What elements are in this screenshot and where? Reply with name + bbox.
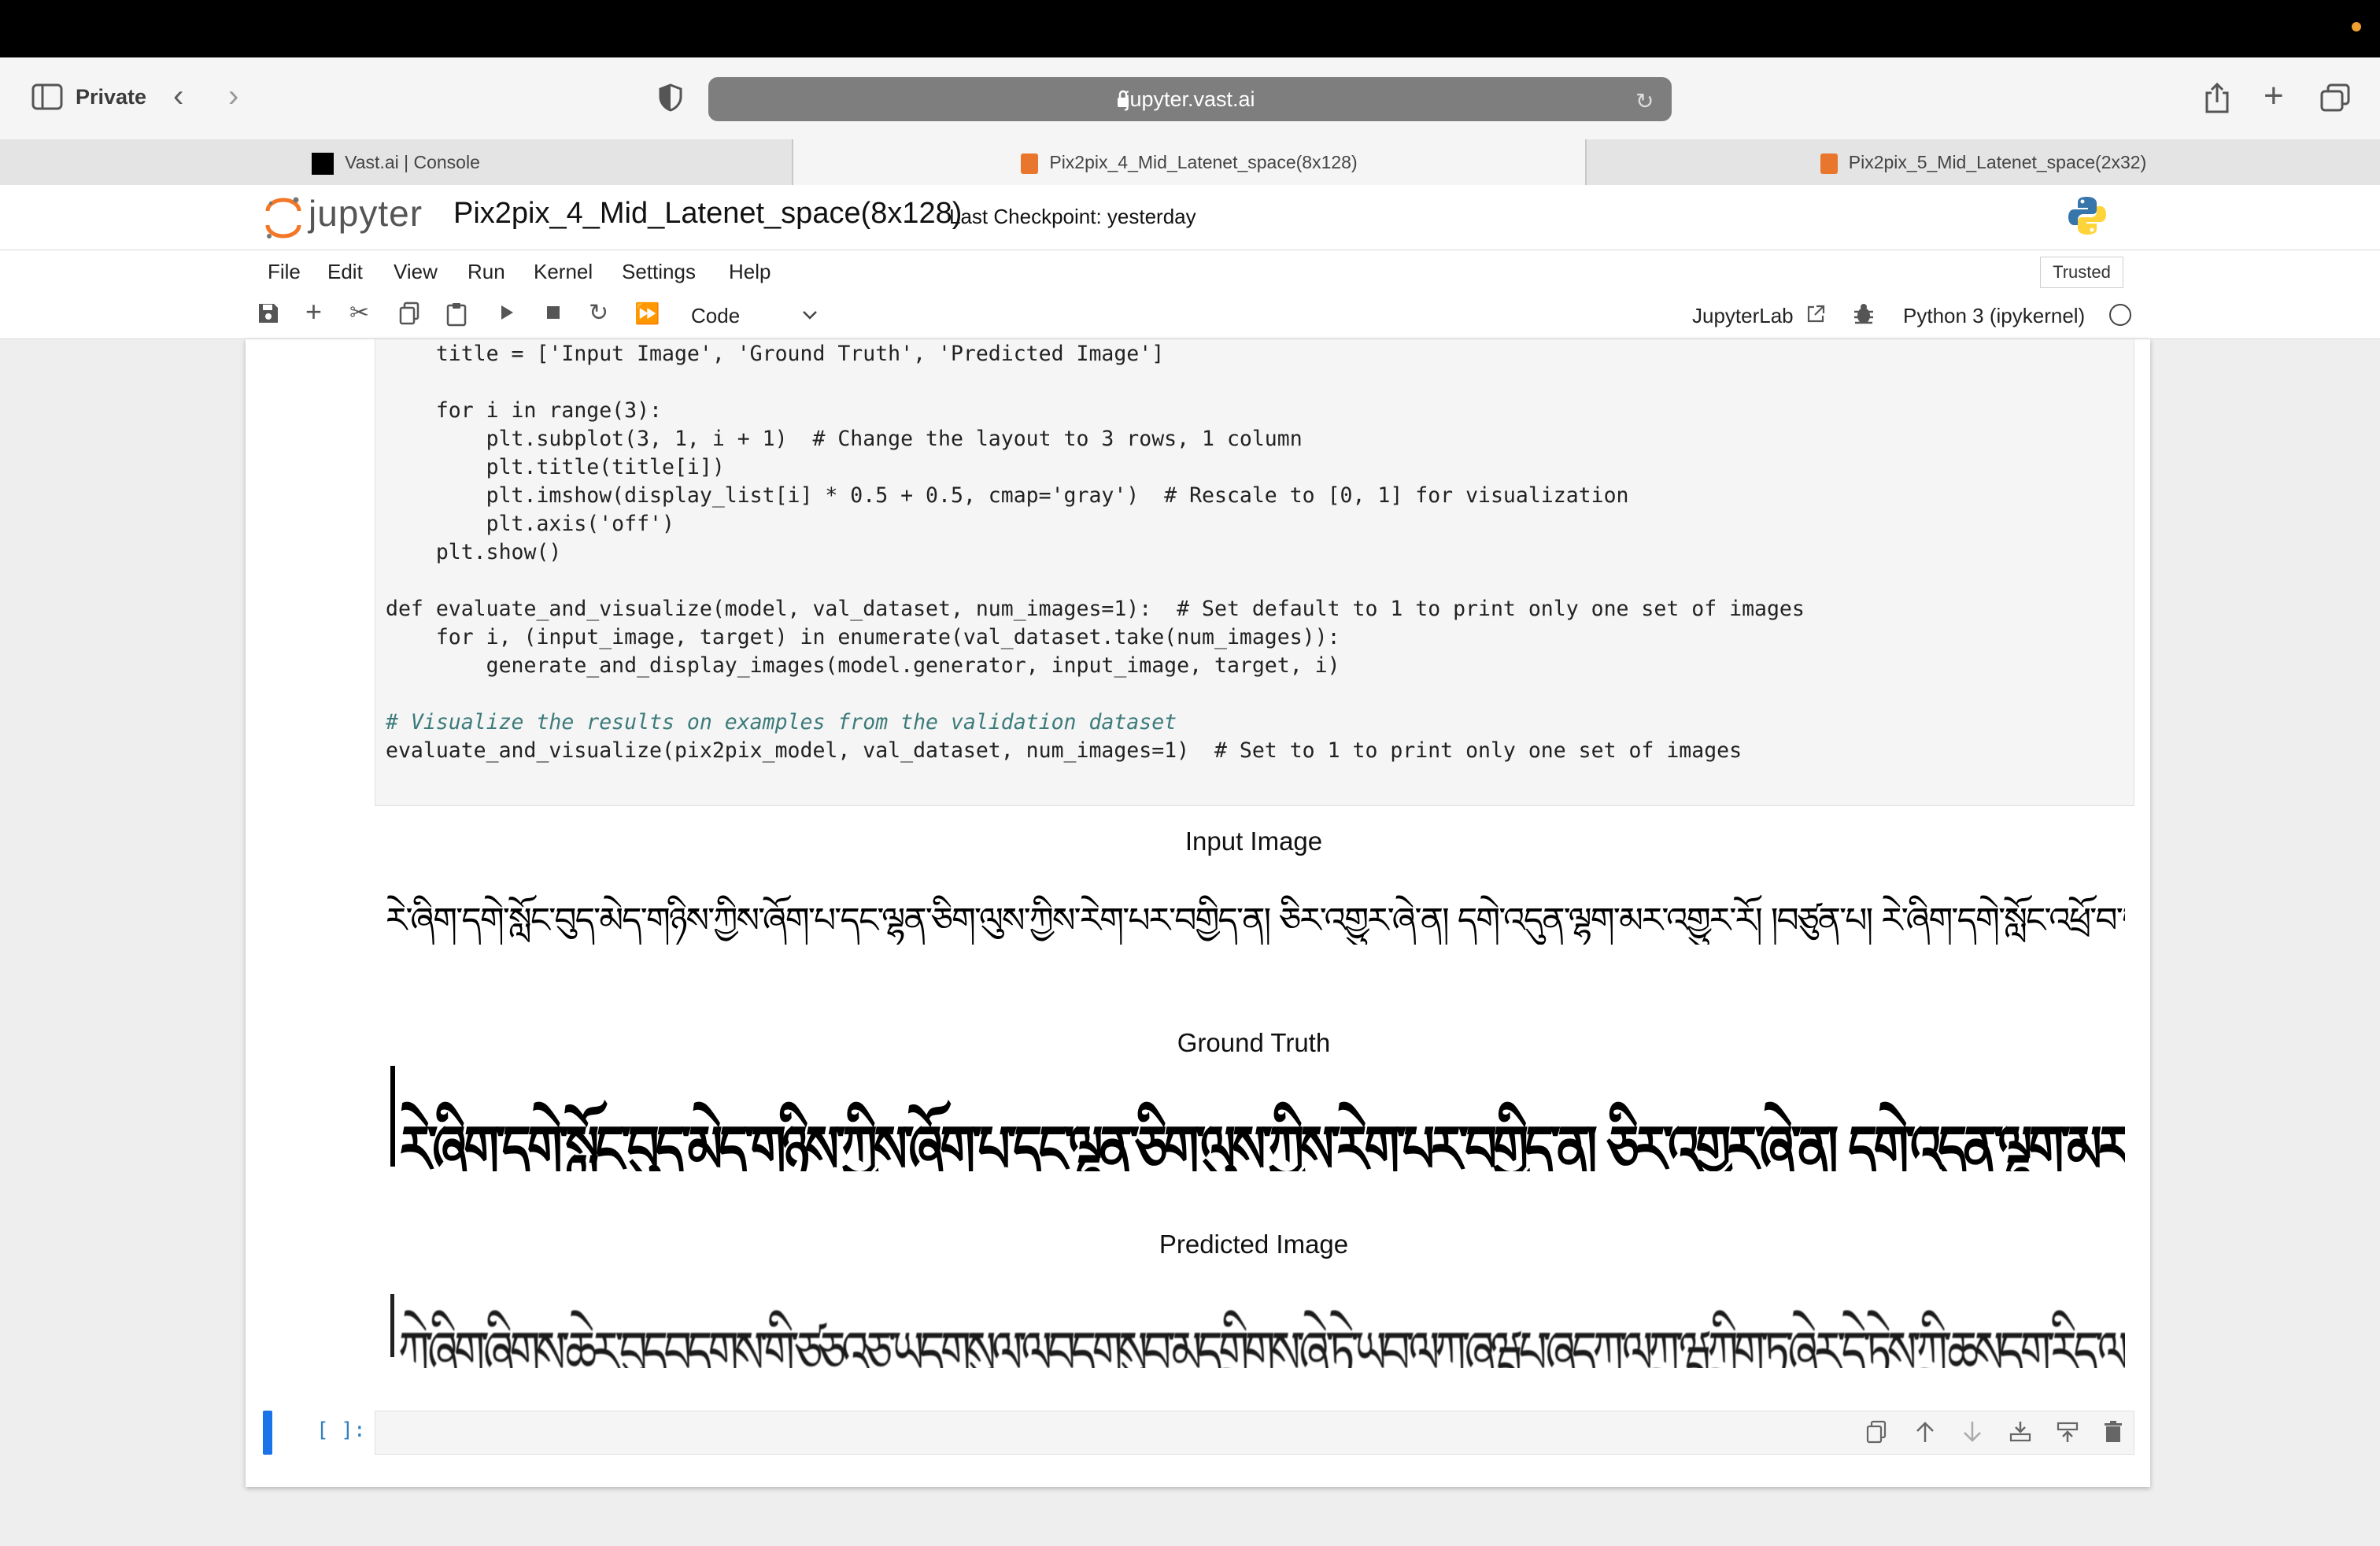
paste-icon[interactable]: [445, 301, 468, 331]
tab-vast-console[interactable]: Vast.ai | Console: [0, 139, 792, 185]
lock-icon: [1116, 90, 1130, 113]
insert-above-icon[interactable]: [2009, 1420, 2032, 1448]
tab-pix2pix-5[interactable]: Pix2pix_5_Mid_Latenet_space(2x32): [1587, 139, 2380, 185]
tab-label: Pix2pix_5_Mid_Latenet_space(2x32): [1848, 152, 2147, 172]
tab-label: Vast.ai | Console: [345, 152, 480, 172]
code-text: # Visualize the results on examples from…: [386, 710, 1177, 734]
tab-pix2pix-4[interactable]: Pix2pix_4_Mid_Latenet_space(8x128): [793, 139, 1585, 185]
notebook-title[interactable]: Pix2pix_4_Mid_Latenet_space(8x128): [453, 197, 962, 231]
insert-below-icon[interactable]: [2056, 1420, 2079, 1448]
cell-type-select[interactable]: Code: [691, 304, 740, 328]
menu-settings[interactable]: Settings: [622, 260, 696, 284]
code-text: plt.imshow(display_list[i] * 0.5 + 0.5, …: [386, 483, 1629, 508]
menu-file[interactable]: File: [268, 260, 301, 284]
url-text: jupyter.vast.ai: [1125, 87, 1255, 111]
new-tab-icon[interactable]: +: [2264, 79, 2284, 113]
python-logo-icon: [2067, 195, 2108, 240]
output-title-predicted: Predicted Image: [1159, 1230, 1349, 1259]
notebook-favicon-icon: [1820, 153, 1838, 174]
back-icon[interactable]: ‹: [173, 80, 183, 112]
ground-truth-image: རེ་ཞིག་དགེ་སློང་བུད་མེད་གཉིས་ཀྱིས་ཞོག་པ་…: [386, 1063, 2125, 1171]
save-icon[interactable]: [257, 301, 280, 330]
tab-overview-icon[interactable]: [2320, 83, 2350, 116]
system-menubar: [0, 0, 2380, 57]
input-image: རེ་ཞིག་དགེ་སློང་བུད་མེད་གཉིས་ཀྱིས་ཞོག་པ་…: [386, 882, 2125, 945]
code-line: evaluate_and_visualize(pix2pix_model, va…: [386, 737, 1742, 765]
jupyter-logo-text[interactable]: jupyter: [309, 192, 423, 235]
code-line: generate_and_display_images(model.genera…: [386, 652, 1340, 680]
code-text: plt.show(): [386, 540, 562, 564]
code-text: def evaluate_and_visualize(model, val_da…: [386, 597, 1805, 621]
code-text: evaluate_and_visualize(pix2pix_model, va…: [386, 738, 1743, 763]
jupyter-logo-icon[interactable]: [263, 194, 304, 245]
menu-run[interactable]: Run: [468, 260, 505, 284]
code-text: for i, (input_image, target) in enumerat…: [386, 625, 1340, 649]
private-label: Private: [76, 85, 147, 109]
code-line: plt.title(title[i]): [386, 453, 725, 482]
move-up-icon[interactable]: [1914, 1420, 1936, 1448]
code-text: plt.title(title[i]): [386, 455, 725, 479]
image-border: [390, 1066, 395, 1167]
insert-cell-icon[interactable]: +: [305, 298, 322, 326]
restart-icon[interactable]: ↻: [589, 301, 608, 325]
run-icon[interactable]: [497, 301, 516, 328]
share-icon[interactable]: [2204, 82, 2230, 117]
address-bar[interactable]: jupyter.vast.ai ↻: [708, 77, 1672, 121]
reload-icon[interactable]: ↻: [1635, 88, 1654, 114]
notebook-favicon-icon: [1021, 153, 1039, 174]
sidebar-toggle-icon[interactable]: [31, 83, 63, 114]
external-link-icon[interactable]: [1805, 304, 1826, 328]
fast-forward-icon[interactable]: ⏩: [634, 303, 660, 324]
stop-icon[interactable]: [543, 301, 564, 328]
image-border: [390, 1294, 394, 1357]
code-line: plt.imshow(display_list[i] * 0.5 + 0.5, …: [386, 482, 1629, 510]
trusted-badge[interactable]: Trusted: [2040, 257, 2123, 288]
input-image-text: རེ་ཞིག་དགེ་སློང་བུད་མེད་གཉིས་ཀྱིས་ཞོག་པ་…: [386, 901, 2125, 941]
debugger-bug-icon[interactable]: [1853, 302, 1875, 330]
predicted-image: ཀེ་ཞིག་ཞིགས་ཆེར་བུདབདགས་གི་ཙཅའཅ་ཡདགསུལ་ལ…: [386, 1275, 2125, 1368]
kernel-name[interactable]: Python 3 (ipykernel): [1903, 304, 2085, 328]
code-line: for i in range(3):: [386, 397, 662, 425]
active-cell-indicator: [263, 1411, 272, 1455]
delete-cell-icon[interactable]: [2103, 1420, 2123, 1448]
menu-view[interactable]: View: [394, 260, 438, 284]
cut-icon[interactable]: ✂: [349, 301, 369, 325]
code-text: for i in range(3):: [386, 398, 662, 423]
code-line: for i, (input_image, target) in enumerat…: [386, 623, 1340, 652]
kernel-status-icon: [2109, 304, 2131, 326]
code-line: def evaluate_and_visualize(model, val_da…: [386, 595, 1805, 623]
privacy-shield-icon[interactable]: [658, 83, 683, 116]
duplicate-cell-icon[interactable]: [1865, 1420, 1887, 1448]
code-text: title = ['Input Image', 'Ground Truth', …: [386, 342, 1165, 366]
output-title-input: Input Image: [1184, 827, 1323, 856]
output-title-ground-truth: Ground Truth: [1177, 1028, 1331, 1057]
code-text: plt.subplot(3, 1, i + 1) # Change the la…: [386, 427, 1303, 451]
move-down-icon[interactable]: [1961, 1420, 1983, 1448]
tab-label: Pix2pix_4_Mid_Latenet_space(8x128): [1049, 152, 1358, 172]
menu-kernel[interactable]: Kernel: [534, 260, 593, 284]
cell-prompt: [ ]:: [316, 1418, 366, 1442]
copy-icon[interactable]: [398, 301, 420, 330]
code-line: plt.axis('off'): [386, 510, 674, 538]
predicted-text: ཀེ་ཞིག་ཞིགས་ཆེར་བུདབདགས་གི་ཙཅའཅ་ཡདགསུལ་ལ…: [398, 1319, 2125, 1368]
code-line: title = ['Input Image', 'Ground Truth', …: [386, 340, 1164, 368]
recording-indicator-icon: [2352, 22, 2361, 31]
chevron-down-icon[interactable]: [801, 309, 819, 325]
code-line: plt.show(): [386, 538, 562, 567]
vast-favicon-icon: [312, 152, 334, 175]
code-text: generate_and_display_images(model.genera…: [386, 653, 1340, 678]
code-line: # Visualize the results on examples from…: [386, 708, 1177, 737]
code-line: plt.subplot(3, 1, i + 1) # Change the la…: [386, 425, 1303, 453]
menu-edit[interactable]: Edit: [327, 260, 363, 284]
ground-truth-text: རེ་ཞིག་དགེ་སློང་བུད་མེད་གཉིས་ཀྱིས་ཞོག་པ་…: [400, 1111, 2125, 1171]
menu-help[interactable]: Help: [729, 260, 771, 284]
forward-icon[interactable]: ›: [228, 80, 238, 112]
checkpoint-status: Last Checkpoint: yesterday: [949, 205, 1196, 228]
jupyterlab-link[interactable]: JupyterLab: [1692, 304, 1794, 328]
code-text: plt.axis('off'): [386, 512, 674, 536]
